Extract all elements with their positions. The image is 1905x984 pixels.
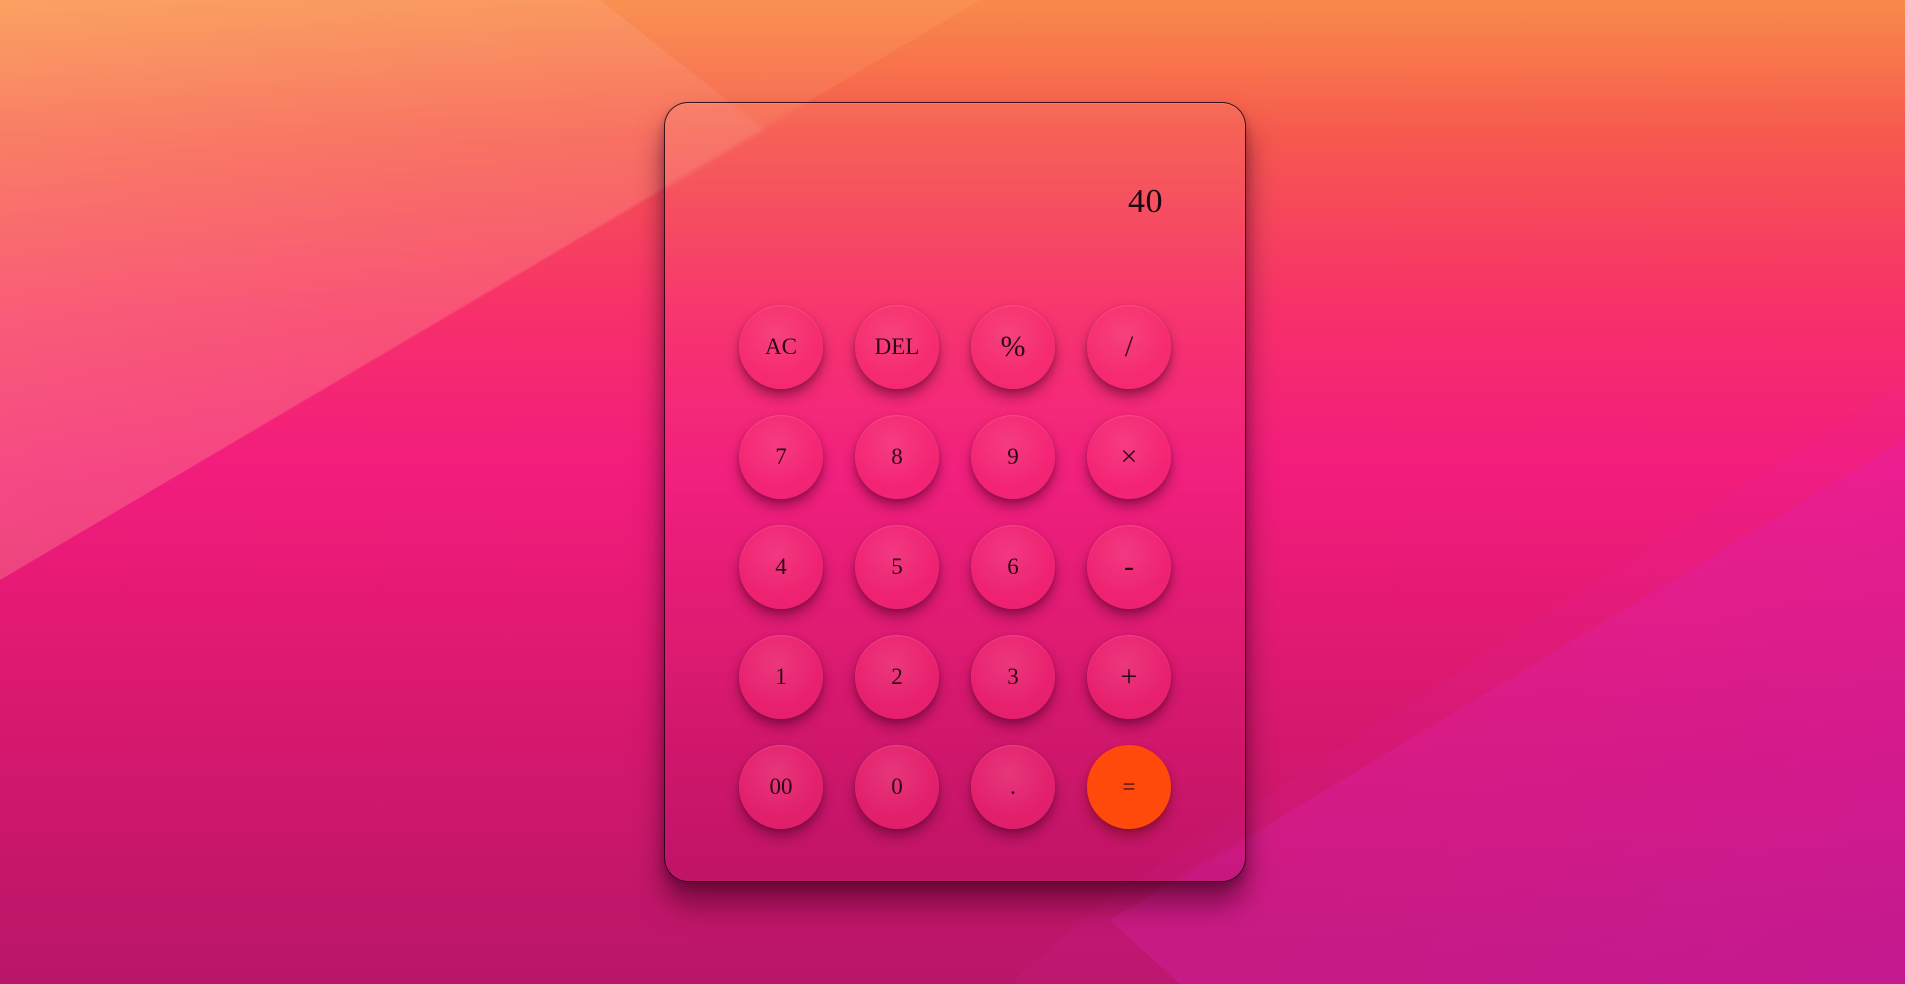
digit-5-button[interactable]: 5 (855, 525, 939, 609)
add-button[interactable]: + (1087, 635, 1171, 719)
multiply-button[interactable]: × (1087, 415, 1171, 499)
digit-1-button[interactable]: 1 (739, 635, 823, 719)
digit-0-button[interactable]: 0 (855, 745, 939, 829)
percent-button[interactable]: % (971, 305, 1055, 389)
subtract-button[interactable]: - (1087, 525, 1171, 609)
delete-button[interactable]: DEL (855, 305, 939, 389)
digit-9-button[interactable]: 9 (971, 415, 1055, 499)
equals-button[interactable]: = (1087, 745, 1171, 829)
clear-all-button[interactable]: AC (739, 305, 823, 389)
calculator-display: 40 (1128, 183, 1163, 220)
digit-8-button[interactable]: 8 (855, 415, 939, 499)
decimal-button[interactable]: . (971, 745, 1055, 829)
digit-6-button[interactable]: 6 (971, 525, 1055, 609)
calculator-panel: 40 AC DEL % / 7 8 9 × 4 5 6 - 1 2 3 + 00… (664, 102, 1246, 882)
digit-2-button[interactable]: 2 (855, 635, 939, 719)
double-zero-button[interactable]: 00 (739, 745, 823, 829)
digit-3-button[interactable]: 3 (971, 635, 1055, 719)
keypad: AC DEL % / 7 8 9 × 4 5 6 - 1 2 3 + 00 0 … (739, 305, 1171, 829)
digit-4-button[interactable]: 4 (739, 525, 823, 609)
divide-button[interactable]: / (1087, 305, 1171, 389)
digit-7-button[interactable]: 7 (739, 415, 823, 499)
